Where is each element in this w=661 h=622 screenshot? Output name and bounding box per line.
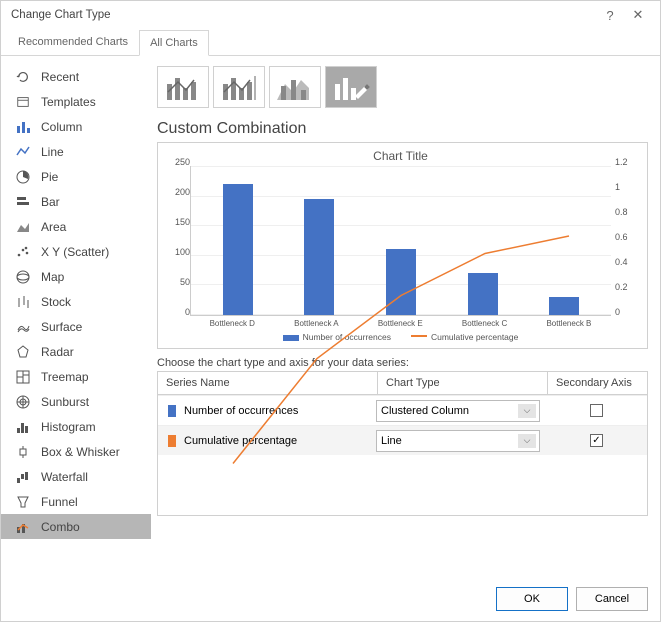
area-icon [13, 220, 33, 234]
close-button[interactable]: ✕ [624, 3, 652, 27]
box-icon [13, 445, 33, 459]
sidebar-item-treemap[interactable]: Treemap [1, 364, 151, 389]
sidebar-item-label: Waterfall [41, 470, 88, 484]
templates-icon [13, 95, 33, 109]
sidebar-item-label: Combo [41, 520, 80, 534]
combo-icon [13, 520, 33, 534]
y-axis-secondary: 1.210.80.60.40.20 [611, 166, 639, 316]
chart-category-sidebar: Recent Templates Column Line Pie Bar Area X Y (… [1, 56, 151, 577]
sidebar-item-label: Line [41, 145, 64, 159]
sidebar-item-label: X Y (Scatter) [41, 245, 109, 259]
sunburst-icon [13, 395, 33, 409]
bar-icon [13, 195, 33, 209]
sidebar-item-surface[interactable]: Surface [1, 314, 151, 339]
funnel-icon [13, 495, 33, 509]
sidebar-item-label: Box & Whisker [41, 445, 120, 459]
recent-icon [13, 70, 33, 84]
sidebar-item-combo[interactable]: Combo [1, 514, 151, 539]
sidebar-item-area[interactable]: Area [1, 214, 151, 239]
sidebar-item-recent[interactable]: Recent [1, 64, 151, 89]
sidebar-item-label: Area [41, 220, 66, 234]
tab-recommended-charts[interactable]: Recommended Charts [7, 29, 139, 55]
combo-preset-custom[interactable] [325, 66, 377, 108]
sidebar-item-column[interactable]: Column [1, 114, 151, 139]
sidebar-item-label: Treemap [41, 370, 89, 384]
main-panel: Custom Combination Chart Title 250200150… [151, 56, 660, 577]
tabs-row: Recommended Charts All Charts [1, 29, 660, 56]
change-chart-type-dialog: Change Chart Type ? ✕ Recommended Charts… [0, 0, 661, 622]
combo-preset-3[interactable] [269, 66, 321, 108]
sidebar-item-histogram[interactable]: Histogram [1, 414, 151, 439]
sidebar-item-stock[interactable]: Stock [1, 289, 151, 314]
sidebar-item-label: Surface [41, 320, 82, 334]
series-color-swatch [168, 405, 176, 417]
column-icon [13, 120, 33, 134]
chart-type-dropdown[interactable]: Clustered Column⌵ [376, 400, 540, 422]
titlebar: Change Chart Type ? ✕ [1, 1, 660, 29]
chevron-down-icon: ⌵ [518, 434, 536, 448]
sidebar-item-label: Map [41, 270, 64, 284]
sidebar-item-map[interactable]: Map [1, 264, 151, 289]
combo-preset-1[interactable] [157, 66, 209, 108]
tab-all-charts[interactable]: All Charts [139, 30, 209, 56]
sidebar-item-line[interactable]: Line [1, 139, 151, 164]
sidebar-item-sunburst[interactable]: Sunburst [1, 389, 151, 414]
sidebar-item-label: Histogram [41, 420, 96, 434]
chart-title: Chart Title [162, 149, 639, 163]
chart-preview: Chart Title 250200150100500 1.210.80.60.… [157, 142, 648, 349]
chevron-down-icon: ⌵ [518, 404, 536, 418]
pie-icon [13, 170, 33, 184]
combo-heading: Custom Combination [157, 120, 648, 138]
window-title: Change Chart Type [11, 9, 596, 21]
sidebar-item-pie[interactable]: Pie [1, 164, 151, 189]
radar-icon [13, 345, 33, 359]
waterfall-icon [13, 470, 33, 484]
sidebar-item-label: Column [41, 120, 82, 134]
sidebar-item-label: Funnel [41, 495, 78, 509]
y-axis-primary: 250200150100500 [162, 166, 190, 316]
sidebar-item-label: Radar [41, 345, 74, 359]
treemap-icon [13, 370, 33, 384]
sidebar-item-label: Bar [41, 195, 60, 209]
sidebar-item-label: Sunburst [41, 395, 89, 409]
sidebar-item-label: Recent [41, 70, 79, 84]
sidebar-item-waterfall[interactable]: Waterfall [1, 464, 151, 489]
ok-button[interactable]: OK [496, 587, 568, 611]
sidebar-item-bar[interactable]: Bar [1, 189, 151, 214]
help-button[interactable]: ? [596, 3, 624, 27]
series-color-swatch [168, 435, 176, 447]
sidebar-item-scatter[interactable]: X Y (Scatter) [1, 239, 151, 264]
sidebar-item-radar[interactable]: Radar [1, 339, 151, 364]
combo-preset-row [157, 66, 648, 108]
surface-icon [13, 320, 33, 334]
sidebar-item-funnel[interactable]: Funnel [1, 489, 151, 514]
combo-preset-2[interactable] [213, 66, 265, 108]
map-icon [13, 270, 33, 284]
line-icon [13, 145, 33, 159]
sidebar-item-templates[interactable]: Templates [1, 89, 151, 114]
sidebar-item-label: Pie [41, 170, 58, 184]
sidebar-item-label: Templates [41, 95, 96, 109]
scatter-icon [13, 245, 33, 259]
cancel-button[interactable]: Cancel [576, 587, 648, 611]
chart-type-dropdown[interactable]: Line⌵ [376, 430, 540, 452]
histogram-icon [13, 420, 33, 434]
sidebar-item-box[interactable]: Box & Whisker [1, 439, 151, 464]
plot-area [190, 166, 611, 316]
sidebar-item-label: Stock [41, 295, 71, 309]
stock-icon [13, 295, 33, 309]
